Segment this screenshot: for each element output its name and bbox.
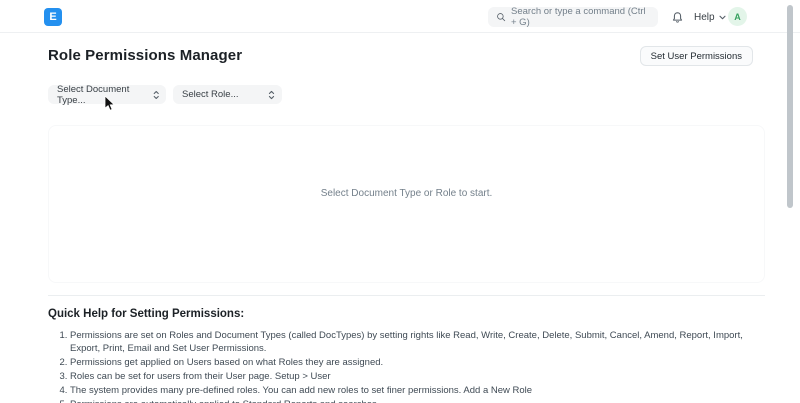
- list-item: Roles can be set for users from their Us…: [70, 370, 768, 383]
- select-chevrons-icon: [268, 90, 275, 100]
- help-label: Help: [694, 12, 715, 23]
- doctype-select[interactable]: Select Document Type...: [48, 85, 166, 104]
- help-item-text: Permissions get applied on Users based o…: [70, 357, 383, 368]
- help-item-text: The system provides many pre-defined rol…: [70, 385, 461, 396]
- select-chevrons-icon: [153, 90, 159, 100]
- search-icon: [496, 12, 506, 22]
- add-new-role-link[interactable]: Add a New Role: [463, 385, 532, 396]
- section-divider: [48, 295, 765, 296]
- search-input[interactable]: Search or type a command (Ctrl + G): [488, 7, 658, 27]
- set-user-permissions-button[interactable]: Set User Permissions: [640, 46, 753, 66]
- help-item-text: Permissions are set on Roles and Documen…: [70, 330, 743, 354]
- quick-help-heading: Quick Help for Setting Permissions:: [48, 308, 768, 320]
- role-select-value: Select Role...: [182, 89, 239, 100]
- navbar: E Search or type a command (Ctrl + G) He…: [0, 0, 800, 33]
- list-item: The system provides many pre-defined rol…: [70, 384, 768, 397]
- app-logo-letter: E: [49, 11, 56, 23]
- chevron-down-icon: [719, 15, 726, 20]
- empty-state-message: Select Document Type or Role to start.: [49, 188, 764, 199]
- list-item: Permissions get applied on Users based o…: [70, 356, 768, 369]
- role-select[interactable]: Select Role...: [173, 85, 282, 104]
- avatar-letter: A: [734, 12, 741, 22]
- quick-help-list: Permissions are set on Roles and Documen…: [70, 329, 768, 403]
- page-header: Role Permissions Manager Set User Permis…: [0, 34, 800, 76]
- help-item-text: Permissions are automatically applied to…: [70, 399, 385, 403]
- notifications-button[interactable]: [668, 8, 686, 26]
- vertical-scrollbar[interactable]: [787, 5, 793, 208]
- search-placeholder: Search or type a command (Ctrl + G): [511, 6, 650, 28]
- page-title: Role Permissions Manager: [48, 47, 242, 64]
- quick-help-section: Quick Help for Setting Permissions: Perm…: [48, 308, 768, 403]
- help-dropdown[interactable]: Help: [694, 9, 726, 25]
- avatar[interactable]: A: [728, 7, 747, 26]
- permissions-panel: Select Document Type or Role to start.: [48, 125, 765, 283]
- bell-icon: [671, 11, 684, 24]
- filters-bar: Select Document Type... Select Role...: [48, 85, 282, 104]
- list-item: Permissions are set on Roles and Documen…: [70, 329, 768, 355]
- help-item-text: Roles can be set for users from their Us…: [70, 371, 272, 382]
- list-item: Permissions are automatically applied to…: [70, 398, 768, 403]
- setup-user-link[interactable]: Setup > User: [275, 371, 331, 382]
- app-logo[interactable]: E: [44, 8, 62, 26]
- doctype-select-value: Select Document Type...: [57, 84, 153, 106]
